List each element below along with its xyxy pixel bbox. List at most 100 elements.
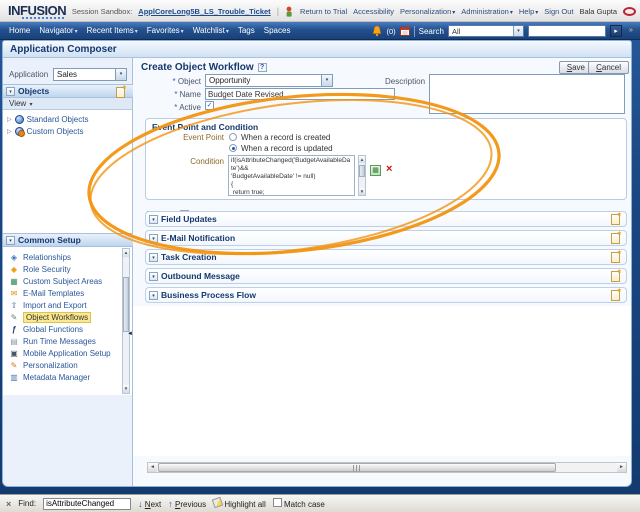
- collapse-icon[interactable]: ▾: [149, 233, 158, 243]
- collapse-icon[interactable]: ▾: [149, 271, 158, 281]
- create-task-icon[interactable]: [611, 249, 622, 263]
- monitor-icon: ▣: [10, 348, 18, 358]
- sidebar-item-role-security[interactable]: ◆ Role Security: [9, 263, 71, 275]
- match-case-checkbox[interactable]: Match case: [272, 498, 325, 509]
- scroll-up-icon[interactable]: ▲: [123, 249, 129, 257]
- description-textarea[interactable]: [429, 74, 625, 114]
- advanced-search-icon[interactable]: »: [626, 25, 636, 37]
- collapse-icon[interactable]: ▾: [149, 214, 158, 224]
- find-next-button[interactable]: ↓ Next: [138, 499, 161, 509]
- action-row-business-process-flow[interactable]: ▾ Business Process Flow: [145, 287, 627, 303]
- tree-item-standard-objects[interactable]: ▷ Standard Objects: [7, 115, 88, 124]
- name-input[interactable]: [205, 88, 395, 100]
- accessibility-link[interactable]: Accessibility: [353, 7, 394, 16]
- common-setup-section-header[interactable]: ▾ Common Setup: [3, 233, 133, 247]
- object-select[interactable]: Opportunity ▾: [205, 74, 333, 87]
- nav-spaces[interactable]: Spaces: [264, 26, 291, 35]
- screen: INFUSION Session Sandbox: ApplCoreLong5B…: [0, 0, 640, 512]
- sidebar-item-global-functions[interactable]: ƒ Global Functions: [9, 323, 83, 335]
- nav-recent-items[interactable]: Recent Items▾: [87, 26, 138, 35]
- find-input[interactable]: [43, 497, 132, 510]
- calendar-icon[interactable]: [399, 26, 410, 36]
- tree-item-custom-objects[interactable]: ▷ Custom Objects: [7, 127, 84, 137]
- divider: |: [276, 6, 280, 16]
- tree-expand-icon[interactable]: ▷: [7, 116, 12, 123]
- nav-tags[interactable]: Tags: [238, 26, 255, 35]
- chevron-down-icon: ▾: [321, 75, 332, 86]
- envelope-icon: ✉: [10, 288, 18, 298]
- alerts-bell-icon[interactable]: [372, 25, 382, 37]
- scroll-thumb[interactable]: [359, 165, 365, 177]
- sidebar-item-email-templates[interactable]: ✉ E-Mail Templates: [9, 287, 85, 299]
- view-menu[interactable]: View ▾: [3, 98, 132, 110]
- collapse-icon[interactable]: ▾: [149, 252, 158, 262]
- collapse-icon[interactable]: ▾: [6, 235, 15, 245]
- global-header: INFUSION Session Sandbox: ApplCoreLong5B…: [0, 0, 640, 22]
- condition-scrollbar[interactable]: ▲ ▼: [358, 155, 366, 196]
- sidebar-item-object-workflows[interactable]: ✎ Object Workflows: [9, 311, 92, 323]
- user-name: Bala Gupta: [579, 6, 617, 16]
- create-email-notification-icon[interactable]: [611, 230, 622, 244]
- collapse-icon[interactable]: ▾: [149, 290, 158, 300]
- radio-record-updated[interactable]: [229, 144, 237, 152]
- close-icon[interactable]: ×: [6, 499, 11, 509]
- sidebar-scrollbar[interactable]: ▲ ▼: [122, 248, 130, 394]
- scroll-left-icon[interactable]: ◄: [148, 463, 157, 472]
- scroll-thumb[interactable]: [158, 463, 556, 472]
- administration-menu[interactable]: Administration▾: [461, 7, 513, 16]
- action-row-field-updates[interactable]: ▾ Field Updates: [145, 211, 627, 227]
- search-go-button[interactable]: ▸: [610, 25, 622, 37]
- sidebar-item-mobile-application-setup[interactable]: ▣ Mobile Application Setup: [9, 347, 110, 359]
- nav-favorites[interactable]: Favorites▾: [147, 26, 184, 35]
- sidebar-item-import-and-export[interactable]: ⇧ Import and Export: [9, 299, 87, 311]
- find-previous-button[interactable]: ↑ Previous: [168, 499, 206, 509]
- scroll-right-icon[interactable]: ►: [617, 463, 626, 472]
- action-row-outbound-message[interactable]: ▾ Outbound Message: [145, 268, 627, 284]
- chevron-down-icon: ▾: [29, 102, 33, 108]
- active-checkbox[interactable]: ✓: [205, 101, 214, 110]
- search-input[interactable]: [528, 25, 606, 37]
- scroll-down-icon[interactable]: ▼: [359, 188, 365, 195]
- condition-label: Condition: [190, 157, 224, 166]
- new-object-icon[interactable]: [116, 84, 127, 98]
- application-select[interactable]: Sales ▾: [53, 68, 127, 81]
- delete-condition-icon[interactable]: ×: [386, 163, 392, 175]
- collapse-icon[interactable]: ▾: [6, 86, 15, 96]
- create-outbound-message-icon[interactable]: [611, 268, 622, 282]
- subject-areas-icon: ▦: [10, 276, 18, 286]
- chevron-down-icon: ▾: [509, 9, 513, 16]
- cancel-button[interactable]: Cancel: [588, 61, 629, 74]
- expression-builder-icon[interactable]: ▦: [370, 165, 381, 176]
- sidebar-item-run-time-messages[interactable]: ▤ Run Time Messages: [9, 335, 96, 347]
- sandbox-link[interactable]: ApplCoreLong5B_LS_Trouble_Ticket: [138, 7, 270, 16]
- radio-record-created[interactable]: [229, 133, 237, 141]
- objects-section-header[interactable]: ▾ Objects: [3, 84, 133, 98]
- nav-watchlist[interactable]: Watchlist▾: [193, 26, 229, 35]
- create-field-update-icon[interactable]: [611, 211, 622, 225]
- personalization-menu[interactable]: Personalization▾: [400, 7, 455, 16]
- sidebar-item-custom-subject-areas[interactable]: ▦ Custom Subject Areas: [9, 275, 102, 287]
- search-scope-select[interactable]: All ▾: [448, 25, 524, 37]
- action-row-task-creation[interactable]: ▾ Task Creation: [145, 249, 627, 265]
- scroll-up-icon[interactable]: ▲: [359, 156, 365, 163]
- action-row-email-notification[interactable]: ▾ E-Mail Notification: [145, 230, 627, 246]
- condition-textarea[interactable]: if(isAttributeChanged('BudgetAvailableDa…: [228, 155, 355, 196]
- sidebar-item-metadata-manager[interactable]: ▥ Metadata Manager: [9, 371, 90, 383]
- sidebar-item-personalization[interactable]: ✎ Personalization: [9, 359, 78, 371]
- common-setup-list: ◈ Relationships ◆ Role Security ▦ Custom Su…: [3, 247, 132, 395]
- scroll-thumb[interactable]: [123, 277, 129, 332]
- create-business-process-icon[interactable]: [611, 287, 622, 301]
- nav-home[interactable]: Home: [9, 26, 30, 35]
- sidebar-item-relationships[interactable]: ◈ Relationships: [9, 251, 71, 263]
- help-icon[interactable]: ?: [257, 63, 267, 72]
- sign-out-link[interactable]: Sign Out: [544, 7, 573, 16]
- standard-objects-icon: [14, 115, 24, 124]
- help-menu[interactable]: Help▾: [519, 7, 538, 16]
- return-to-trial-link[interactable]: Return to Trial: [300, 7, 347, 16]
- horizontal-scrollbar[interactable]: ◄ ►: [147, 462, 627, 473]
- scroll-down-icon[interactable]: ▼: [123, 385, 129, 393]
- highlight-all-button[interactable]: Highlight all: [211, 496, 266, 509]
- nav-navigator[interactable]: Navigator▾: [39, 26, 77, 35]
- tree-expand-icon[interactable]: ▷: [7, 128, 12, 135]
- chevron-down-icon: ▾: [225, 29, 229, 35]
